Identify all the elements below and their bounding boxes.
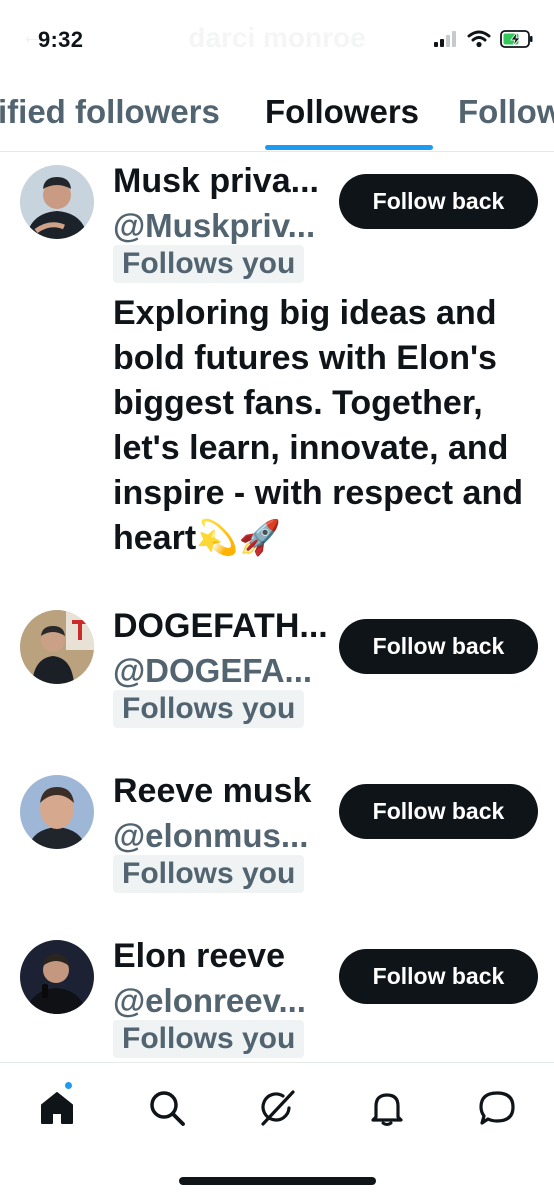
status-icons (434, 30, 534, 53)
tab-followers[interactable]: Followers (265, 93, 419, 131)
followers-list: Musk priva... @Muskpriv... Follows you E… (0, 152, 554, 1062)
follows-you-badge: Follows you (113, 1020, 305, 1058)
user-name[interactable]: DOGEFATH... (113, 607, 328, 646)
follows-you-badge: Follows you (113, 245, 305, 283)
avatar[interactable] (20, 610, 94, 684)
home-icon (38, 1089, 76, 1132)
avatar[interactable] (20, 165, 94, 239)
notification-dot (63, 1080, 74, 1091)
home-indicator[interactable] (179, 1177, 376, 1185)
user-handle: @DOGEFA... (113, 652, 313, 689)
user-handle: @elonreev... (113, 982, 306, 1019)
user-handle: @elonmus... (113, 817, 309, 854)
follows-you-badge: Follows you (113, 690, 305, 728)
status-time: 9:32 (38, 27, 84, 52)
wifi-icon (467, 30, 491, 53)
cellular-signal-icon (434, 31, 458, 52)
search-icon (148, 1089, 186, 1132)
tab-following[interactable]: Follow (458, 93, 554, 131)
status-bar: ← darci monroe 9:32 (0, 0, 554, 74)
nav-messages[interactable] (472, 1085, 522, 1135)
follows-you-badge: Follows you (113, 855, 305, 893)
nav-home[interactable] (32, 1080, 82, 1135)
messages-icon (477, 1088, 517, 1133)
active-tab-indicator (265, 145, 433, 150)
follow-back-button[interactable]: Follow back (339, 784, 538, 839)
user-name[interactable]: Musk priva... (113, 162, 319, 201)
follower-tabs: ified followers Followers Follow (0, 74, 554, 152)
follow-back-button[interactable]: Follow back (339, 619, 538, 674)
notifications-icon (368, 1089, 406, 1132)
tab-verified-followers[interactable]: ified followers (0, 93, 220, 131)
avatar[interactable] (20, 940, 94, 1014)
avatar[interactable] (20, 775, 94, 849)
follow-back-button[interactable]: Follow back (339, 174, 538, 229)
user-name[interactable]: Elon reeve (113, 937, 285, 976)
nav-notifications[interactable] (362, 1085, 412, 1135)
nav-grok[interactable] (252, 1085, 302, 1135)
battery-charging-icon (500, 30, 534, 53)
user-bio: Exploring big ideas and bold futures wit… (113, 294, 523, 557)
follow-back-button[interactable]: Follow back (339, 949, 538, 1004)
user-handle: @Muskpriv... (113, 207, 316, 244)
bottom-navigation (0, 1062, 554, 1199)
nav-search[interactable] (142, 1085, 192, 1135)
user-name[interactable]: Reeve musk (113, 772, 311, 811)
grok-icon (257, 1088, 297, 1133)
